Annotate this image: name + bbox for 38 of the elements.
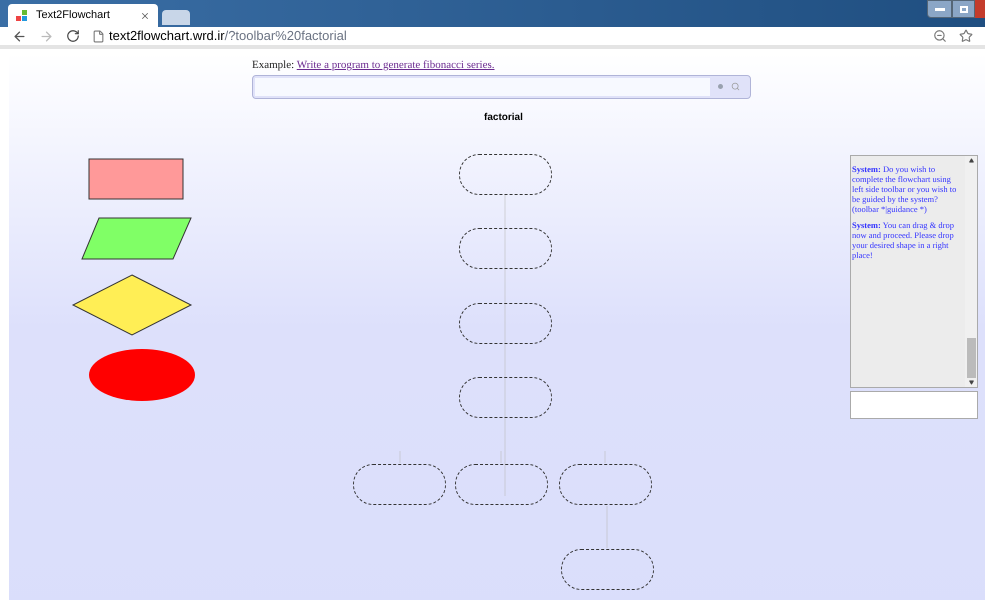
tab-title: Text2Flowchart <box>36 8 111 24</box>
reload-icon[interactable] <box>66 29 80 43</box>
chat-message: System: You can drag & drop now and proceed. Please drop your desired shape in a right place! <box>852 220 956 260</box>
connector-line <box>606 506 608 548</box>
empty-node[interactable] <box>559 464 652 505</box>
scroll-down-icon[interactable] <box>968 380 974 385</box>
zoom-icon[interactable] <box>933 29 947 43</box>
page-icon <box>92 30 105 42</box>
rectangle-shape[interactable] <box>88 158 184 200</box>
empty-node[interactable] <box>459 154 552 195</box>
close-icon[interactable] <box>140 10 150 20</box>
empty-node[interactable] <box>459 228 552 269</box>
empty-node[interactable] <box>561 549 654 590</box>
diamond-shape[interactable] <box>72 274 192 336</box>
scrollbar-thumb[interactable] <box>966 338 976 378</box>
bookmark-star-icon[interactable] <box>959 29 973 43</box>
address-bar[interactable]: text2flowchart.wrd.ir/?toolbar%20factorial <box>92 26 921 46</box>
back-icon[interactable] <box>12 28 27 44</box>
restore-button[interactable] <box>952 0 975 18</box>
empty-node[interactable] <box>353 464 446 505</box>
minimize-button[interactable] <box>927 0 952 18</box>
chat-input[interactable] <box>850 391 978 419</box>
logo-icon <box>16 10 28 22</box>
browser-tab[interactable]: Text2Flowchart <box>8 4 158 27</box>
chat-message: System: Do you wish to complete the flowchart using left side toolbar or you wish to be guided by the system? (toolbar *|guidance *) <box>852 164 958 214</box>
empty-node[interactable] <box>459 377 552 418</box>
example-link[interactable]: Write a program to generate fibonacci series. <box>296 59 494 71</box>
example-text: Example: Write a program to generate fibonacci series. <box>252 59 496 73</box>
scroll-up-icon[interactable] <box>968 158 974 163</box>
empty-node[interactable] <box>455 464 548 505</box>
parallelogram-shape[interactable] <box>81 218 192 260</box>
flowchart-title: factorial <box>484 111 523 125</box>
scrollbar[interactable] <box>965 156 977 387</box>
connector-line <box>604 450 606 464</box>
url-text: text2flowchart.wrd.ir/?toolbar%20factorial <box>109 27 347 46</box>
connector-line <box>500 450 502 464</box>
empty-node[interactable] <box>459 303 552 344</box>
ellipse-shape[interactable] <box>89 349 195 401</box>
